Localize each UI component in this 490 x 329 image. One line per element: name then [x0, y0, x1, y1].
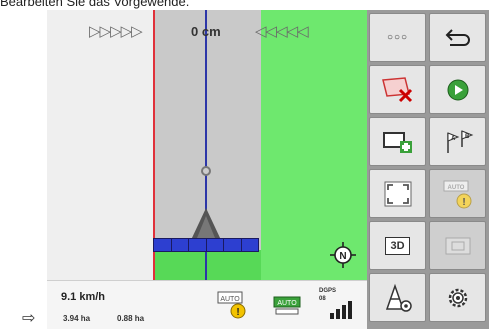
fullscreen-button[interactable] [369, 169, 426, 218]
delete-boundary-icon [381, 76, 412, 102]
svg-text:B: B [465, 134, 470, 140]
view-3d-icon: 3D [385, 236, 410, 255]
settings-button[interactable] [429, 273, 486, 322]
deviation-arrows-left: ▷▷▷▷▷ [89, 22, 143, 40]
deviation-arrows-right: ◁◁◁◁◁ [255, 22, 309, 40]
svg-text:A: A [451, 136, 456, 142]
implement-bar [153, 238, 259, 252]
worked-lane [154, 250, 261, 280]
svg-text:!: ! [236, 307, 239, 318]
more-icon: ○○○ [386, 32, 409, 43]
field-map-icon [445, 237, 470, 254]
function-toolbar: ○○○ A B AUTO ! 3D [367, 10, 489, 329]
gps-receiver-marker [201, 166, 211, 176]
ab-line-button[interactable]: A B [429, 117, 486, 166]
gear-icon [448, 288, 467, 307]
speed-readout: 9.1 km/h [61, 291, 106, 303]
offset-readout: 0 cm [191, 24, 221, 39]
auto-steer-button[interactable]: AUTO ! [429, 169, 486, 218]
field-map-button[interactable] [429, 221, 486, 270]
toolbar-auto-label: AUTO [447, 185, 464, 191]
gps-type: DGPS [319, 288, 337, 294]
auto-steer-warning-icon-toolbar: AUTO ! [443, 180, 471, 208]
play-icon [447, 79, 468, 100]
add-field-icon [382, 131, 412, 153]
status-bar: 9.1 km/h 3.94 ha 0.88 ha AUTO ! AUTO DGP… [47, 280, 367, 329]
cone-settings-button[interactable] [369, 273, 426, 322]
svg-text:!: ! [462, 197, 465, 208]
terminal-screen: ▷▷▷▷▷ 0 cm ◁◁◁◁◁ N 9.1 km/h 3.94 ha 0.88… [47, 10, 489, 329]
instruction-caption: Bearbeiten Sie das Vorgewende. [0, 0, 190, 9]
auto-steer-warning-icon: AUTO ! [217, 291, 246, 319]
signal-bars-icon [330, 301, 352, 319]
delete-boundary-button[interactable] [369, 65, 426, 114]
unworked-area [47, 10, 154, 280]
worked-area [261, 10, 367, 280]
view-3d-button[interactable]: 3D [369, 221, 426, 270]
tractor-icon [191, 208, 221, 240]
auto-label: AUTO [220, 296, 240, 303]
compass-north-icon[interactable]: N [330, 242, 356, 268]
fullscreen-icon [384, 181, 411, 206]
guidance-map[interactable]: ▷▷▷▷▷ 0 cm ◁◁◁◁◁ N [47, 10, 367, 280]
total-area-readout: 3.94 ha [63, 314, 91, 323]
add-field-button[interactable] [369, 117, 426, 166]
worked-area-readout: 0.88 ha [117, 314, 145, 323]
ab-line-icon: A B [446, 129, 473, 153]
back-button[interactable] [429, 13, 486, 62]
more-button[interactable]: ○○○ [369, 13, 426, 62]
cone-settings-icon [385, 283, 412, 312]
auto-label-2: AUTO [277, 300, 297, 307]
back-icon [445, 28, 470, 46]
auto-section-control-icon: AUTO [273, 296, 301, 315]
page-marker-arrow: ⇨ [22, 308, 36, 327]
svg-text:N: N [339, 251, 346, 262]
start-recording-button[interactable] [429, 65, 486, 114]
